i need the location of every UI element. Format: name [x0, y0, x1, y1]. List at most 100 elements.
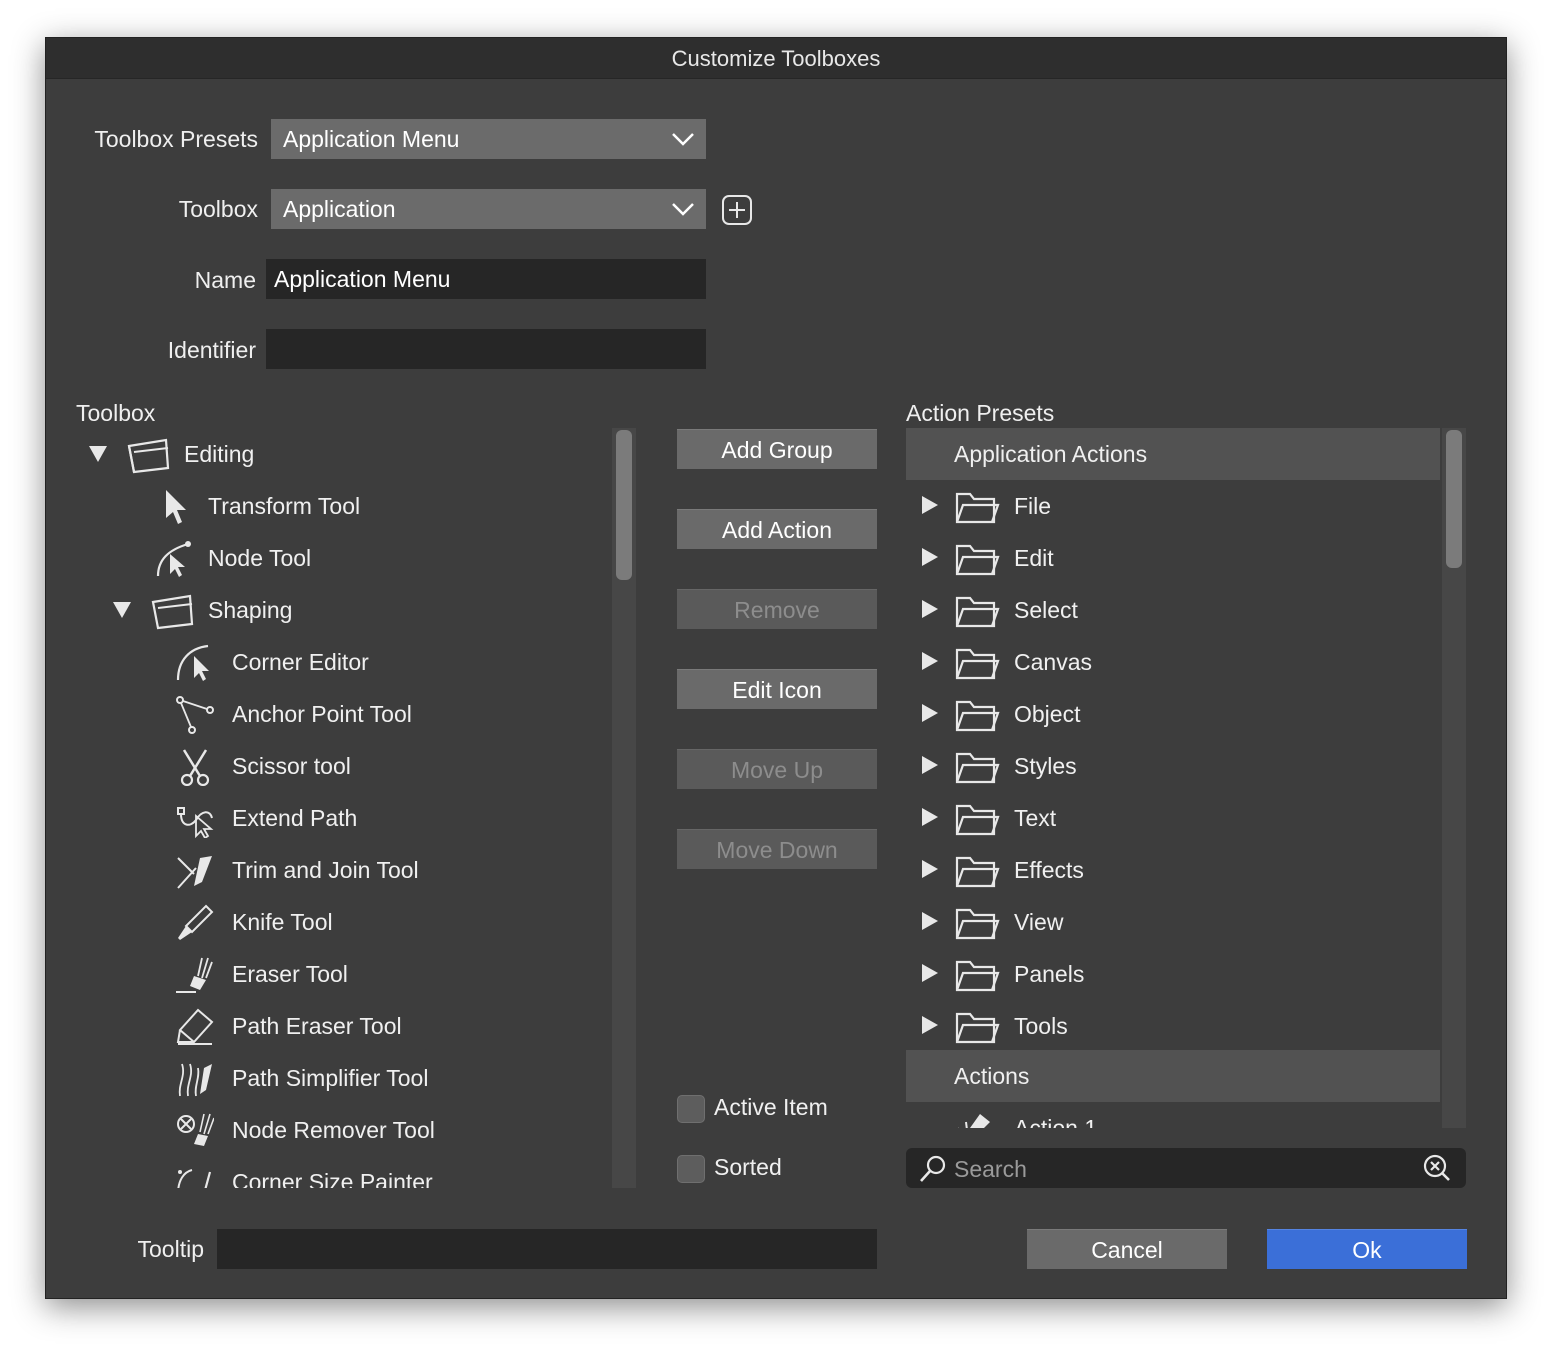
path-simplifier-icon	[178, 1063, 212, 1097]
tree-item-label: Node Remover Tool	[232, 1117, 435, 1143]
action-folder-effects[interactable]: Effects	[906, 844, 1440, 896]
tree-item-label: Transform Tool	[208, 493, 361, 519]
tooltip-field[interactable]	[217, 1229, 877, 1269]
scrollbar-thumb[interactable]	[616, 430, 632, 580]
disclosure-open-icon[interactable]	[89, 446, 107, 462]
name-field[interactable]: Application Menu	[266, 259, 706, 299]
active-item-checkbox[interactable]	[677, 1095, 705, 1123]
tree-item-label: Node Tool	[208, 545, 312, 571]
active-item-label: Active Item	[714, 1094, 828, 1120]
action-folder-object[interactable]: Object	[906, 688, 1440, 740]
folder-icon	[955, 856, 1000, 888]
toolbox-presets-value: Application Menu	[283, 126, 460, 152]
tree-item-label: Path Eraser Tool	[232, 1013, 402, 1039]
tree-item-scissor-tool[interactable]: Scissor tool	[76, 740, 636, 792]
tree-item-transform-tool[interactable]: Transform Tool	[76, 480, 636, 532]
toolbox-value: Application	[283, 196, 396, 222]
disclosure-closed-icon[interactable]	[922, 600, 938, 618]
tree-item-path-eraser-tool[interactable]: Path Eraser Tool	[76, 1000, 636, 1052]
list-item-label: Object	[1014, 701, 1081, 727]
anchor-point-icon	[176, 696, 214, 734]
tree-item-path-simplifier-tool[interactable]: Path Simplifier Tool	[76, 1052, 636, 1104]
list-item-label: Styles	[1014, 753, 1077, 779]
tree-item-node-remover-tool[interactable]: Node Remover Tool	[76, 1104, 636, 1156]
folder-icon	[955, 544, 1000, 576]
disclosure-closed-icon[interactable]	[922, 1016, 938, 1034]
tree-item-label: Anchor Point Tool	[232, 701, 412, 727]
disclosure-closed-icon[interactable]	[922, 548, 938, 566]
action-folder-select[interactable]: Select	[906, 584, 1440, 636]
action-item-partial[interactable]: Action 1	[906, 1102, 1440, 1128]
ok-button[interactable]: Ok	[1267, 1229, 1467, 1269]
scrollbar-thumb[interactable]	[1446, 430, 1462, 568]
action-folder-text[interactable]: Text	[906, 792, 1440, 844]
add-action-button[interactable]: Add Action	[677, 509, 877, 549]
sorted-checkbox[interactable]	[677, 1155, 705, 1183]
identifier-field[interactable]	[266, 329, 706, 369]
list-header-label: Application Actions	[954, 441, 1148, 467]
tree-item-extend-path[interactable]: Extend Path	[76, 792, 636, 844]
search-placeholder: Search	[954, 1156, 1027, 1182]
folder-icon	[955, 960, 1000, 992]
disclosure-closed-icon[interactable]	[922, 912, 938, 930]
move-down-button[interactable]: Move Down	[677, 829, 877, 869]
toolbox-label: Toolbox	[178, 196, 258, 222]
tree-item-anchor-point-tool[interactable]: Anchor Point Tool	[76, 688, 636, 740]
disclosure-closed-icon[interactable]	[922, 756, 938, 774]
list-item-label: Tools	[1014, 1013, 1068, 1039]
list-item-label: Select	[1014, 597, 1078, 623]
window-title: Customize Toolboxes	[46, 38, 1506, 79]
disclosure-closed-icon[interactable]	[922, 860, 938, 878]
node-tool-icon	[156, 541, 191, 577]
actions-header[interactable]: Actions	[906, 1050, 1440, 1102]
trim-join-icon	[177, 856, 212, 889]
toolbox-tree: Editing Transform Tool Node Tool Shaping…	[76, 428, 636, 1188]
extend-path-icon	[177, 807, 214, 838]
folder-icon	[955, 492, 1000, 524]
tree-group-shaping[interactable]: Shaping	[76, 584, 636, 636]
action-folder-view[interactable]: View	[906, 896, 1440, 948]
action-folder-file[interactable]: File	[906, 480, 1440, 532]
tree-item-label: Extend Path	[232, 805, 358, 831]
tree-group-editing[interactable]: Editing	[76, 428, 636, 480]
search-clear-icon[interactable]	[1422, 1153, 1452, 1183]
toolbox-presets-select[interactable]: Application Menu	[271, 119, 706, 159]
tree-item-corner-size-painter[interactable]: Corner Size Painter	[76, 1156, 636, 1188]
action-folder-styles[interactable]: Styles	[906, 740, 1440, 792]
folder-icon	[955, 596, 1000, 628]
add-toolbox-plus-icon[interactable]	[721, 194, 753, 226]
path-eraser-icon	[176, 1008, 214, 1045]
disclosure-closed-icon[interactable]	[922, 964, 938, 982]
disclosure-open-icon[interactable]	[113, 602, 131, 618]
toolbox-tree-scrollbar[interactable]	[612, 428, 636, 1188]
add-group-button[interactable]: Add Group	[677, 429, 877, 469]
cancel-button[interactable]: Cancel	[1027, 1229, 1227, 1269]
tree-item-knife-tool[interactable]: Knife Tool	[76, 896, 636, 948]
disclosure-closed-icon[interactable]	[922, 652, 938, 670]
edit-icon-button[interactable]: Edit Icon	[677, 669, 877, 709]
disclosure-closed-icon[interactable]	[922, 808, 938, 826]
move-up-button[interactable]: Move Up	[677, 749, 877, 789]
tree-item-label: Corner Size Painter	[232, 1169, 433, 1188]
tree-item-label: Path Simplifier Tool	[232, 1065, 429, 1091]
action-folder-panels[interactable]: Panels	[906, 948, 1440, 1000]
action-presets-header[interactable]: Application Actions	[906, 428, 1440, 480]
pointer-arrow-icon	[166, 490, 186, 524]
toolbox-select[interactable]: Application	[271, 189, 706, 229]
action-presets-scrollbar[interactable]	[1442, 428, 1466, 1128]
disclosure-closed-icon[interactable]	[922, 496, 938, 514]
action-folder-edit[interactable]: Edit	[906, 532, 1440, 584]
search-field[interactable]: Search	[906, 1148, 1466, 1188]
action-folder-tools[interactable]: Tools	[906, 1000, 1440, 1052]
knife-icon	[178, 904, 214, 940]
disclosure-closed-icon[interactable]	[922, 704, 938, 722]
chevron-down-icon	[672, 133, 694, 146]
tree-item-eraser-tool[interactable]: Eraser Tool	[76, 948, 636, 1000]
tree-item-trim-join-tool[interactable]: Trim and Join Tool	[76, 844, 636, 896]
tree-item-node-tool[interactable]: Node Tool	[76, 532, 636, 584]
tree-item-label: Scissor tool	[232, 753, 351, 779]
remove-button[interactable]: Remove	[677, 589, 877, 629]
tree-item-corner-editor[interactable]: Corner Editor	[76, 636, 636, 688]
action-folder-canvas[interactable]: Canvas	[906, 636, 1440, 688]
action-presets-title: Action Presets	[906, 400, 1055, 426]
